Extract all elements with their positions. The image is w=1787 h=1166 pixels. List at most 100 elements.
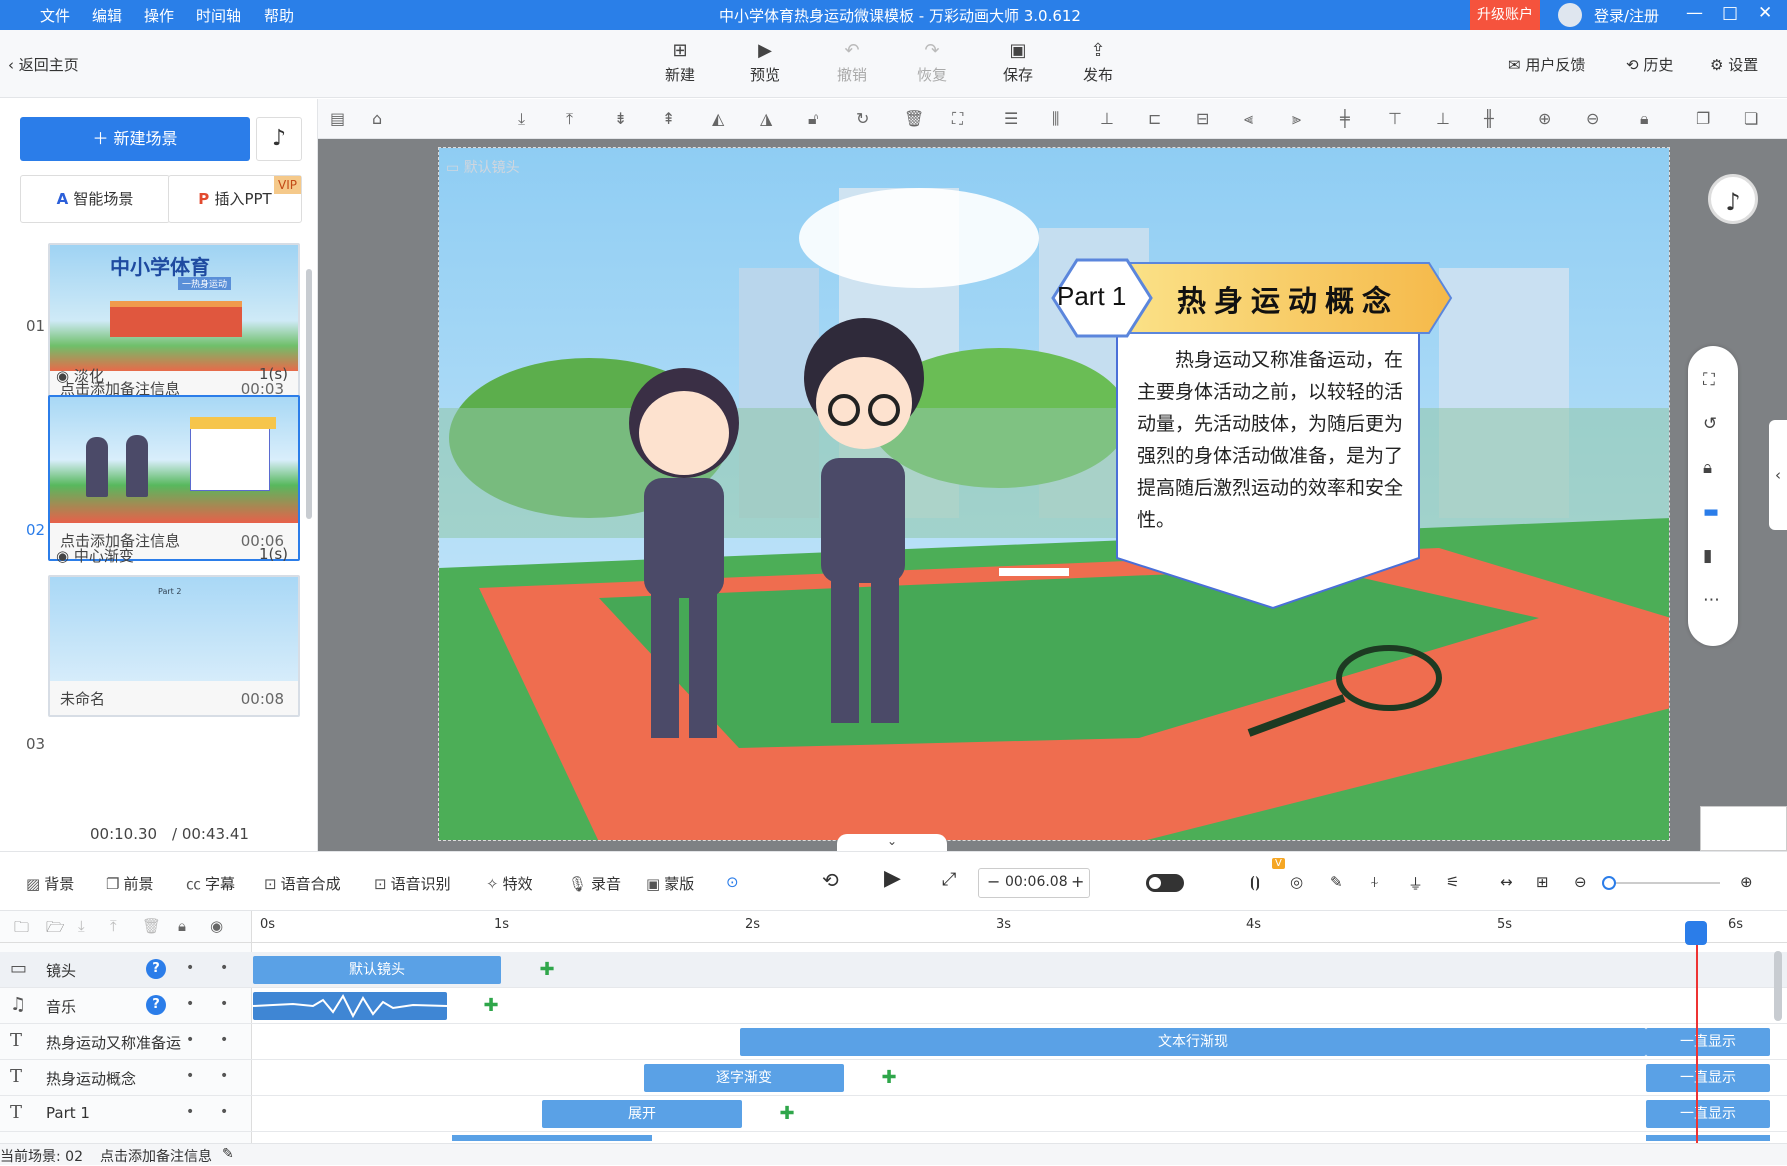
track-row-text-body[interactable]: T 热身运动又称准备运 • • 文本行渐现 一直显示 (0, 1024, 1787, 1060)
stage-heading[interactable]: 热身运动概念 (1177, 278, 1399, 320)
replay-icon[interactable]: ⟲ (822, 868, 839, 892)
fullscreen-icon[interactable]: ⤢ (942, 869, 956, 890)
transition-item[interactable]: ◉ 中心渐变 1(s) (56, 545, 288, 566)
login-link[interactable]: 登录/注册 (1594, 5, 1659, 26)
effects-button[interactable]: ✧ 特效 (486, 873, 533, 894)
align-right-icon[interactable]: ⫸ (1292, 109, 1301, 129)
lock-dot[interactable]: • (186, 1104, 194, 1120)
align-center-h-icon[interactable]: ☰ (1004, 109, 1018, 128)
menu-operate[interactable]: 操作 (144, 5, 174, 26)
paste-icon[interactable]: ❏ (1744, 109, 1758, 128)
more-icon[interactable]: ⋯ (1703, 590, 1720, 610)
track-row-heading[interactable]: T 热身运动概念 • • 逐字渐变 ✚ 一直显示 (0, 1060, 1787, 1096)
lock-icon[interactable]: 🔓︎ (808, 109, 818, 129)
save-button[interactable]: ▣ 保存 (988, 40, 1048, 85)
add-keyframe-icon[interactable]: ✚ (482, 997, 500, 1015)
subtitle-button[interactable]: ㏄字幕 (186, 873, 235, 894)
new-button[interactable]: ⊞ 新建 (650, 40, 710, 85)
snap-toggle[interactable] (1146, 874, 1184, 892)
add-keyframe-icon[interactable]: ✚ (880, 1069, 898, 1087)
smart-scene-button[interactable]: A 智能场景 (20, 175, 170, 223)
foreground-button[interactable]: ❐ 前景 (106, 873, 153, 894)
back-home-link[interactable]: ‹ 返回主页 (8, 54, 79, 75)
align-vcenter-icon[interactable]: ╫ (1484, 109, 1494, 128)
upgrade-button[interactable]: 升级账户 (1470, 0, 1540, 30)
scene-music-button[interactable]: ♪ (256, 117, 302, 161)
minimap[interactable] (1700, 806, 1787, 851)
flip-horizontal-icon[interactable]: ◭ (712, 109, 724, 128)
timeline-scrollbar[interactable] (1774, 951, 1782, 1021)
track-row-camera[interactable]: ▭ 镜头 ? • • 默认镜头 ✚ (0, 952, 1787, 988)
unlock-icon[interactable]: 🔒︎ (1640, 109, 1649, 129)
lock-icon[interactable]: 🔒︎ (178, 917, 186, 935)
zoom-in-icon[interactable]: ⊕ (1538, 109, 1551, 128)
time-input[interactable]: − 00:06.08 + (978, 868, 1090, 898)
filter-icon[interactable]: ⏚ (1408, 873, 1423, 894)
zoom-slider[interactable] (1608, 882, 1720, 884)
align-left-edge-icon[interactable]: ⊏ (1148, 109, 1161, 128)
redo-button[interactable]: ↷ 恢复 (902, 40, 962, 85)
zoom-in-icon[interactable]: ⊕ (1740, 873, 1753, 891)
copy-icon[interactable]: ❐ (1696, 109, 1710, 128)
move-up-icon[interactable]: ⇞ (662, 109, 675, 128)
insert-ppt-button[interactable]: P 插入PPT VIP (168, 175, 302, 223)
distribute-icon[interactable]: ⫼ (1052, 109, 1059, 129)
publish-button[interactable]: ⇪ 发布 (1068, 40, 1128, 85)
record-button[interactable]: 🎙︎ 录音 (568, 873, 621, 894)
edit-note-icon[interactable]: ✎ (222, 1146, 234, 1162)
preview-button[interactable]: ▶ 预览 (735, 40, 795, 85)
help-icon[interactable]: ? (146, 959, 166, 979)
new-scene-button[interactable]: ＋ 新建场景 (20, 117, 250, 161)
menu-edit[interactable]: 编辑 (92, 5, 122, 26)
monitor-icon[interactable]: ▬ (1703, 502, 1719, 522)
visibility-dot[interactable]: • (220, 1032, 228, 1048)
edit-icon[interactable]: ✎ (1330, 873, 1343, 891)
minimize-icon[interactable]: — (1686, 3, 1703, 23)
add-keyframe-icon[interactable]: ✚ (778, 1105, 796, 1123)
scene-thumb-02[interactable]: 点击添加备注信息 00:06 (48, 395, 300, 561)
move-down-icon[interactable]: ⤓ (78, 917, 85, 935)
visibility-dot[interactable]: • (220, 1068, 228, 1084)
add-keyframe-icon[interactable]: ✚ (538, 961, 556, 979)
zoom-out-icon[interactable]: ⊖ (1574, 873, 1587, 891)
move-top-icon[interactable]: ⤒ (566, 109, 573, 129)
delete-icon[interactable]: 🗑︎ (904, 109, 924, 128)
add-folder-icon[interactable]: 🗀︎ (14, 917, 29, 942)
mobile-icon[interactable]: ▮ (1703, 546, 1712, 566)
lock-dot[interactable]: • (186, 1068, 194, 1084)
part-label[interactable]: Part 1 (1057, 281, 1126, 312)
align-left-icon[interactable]: ⫷ (1244, 109, 1253, 129)
rotate-icon[interactable]: ↻ (856, 109, 869, 128)
menu-help[interactable]: 帮助 (264, 5, 294, 26)
settings-button[interactable]: ⚙ 设置 (1710, 54, 1758, 75)
move-bottom-icon[interactable]: ⤓ (518, 109, 525, 129)
scene-thumb-03[interactable]: Part 2 未命名 00:08 (48, 575, 300, 717)
collapse-timeline-tab[interactable]: ⌄ (837, 834, 947, 852)
distribute-v-icon[interactable]: ⊟ (1196, 109, 1209, 128)
fit-width-icon[interactable]: ↔ (1500, 873, 1513, 891)
lock-dot[interactable]: • (186, 960, 194, 976)
camera-shot-icon[interactable]: ◎ (1290, 873, 1303, 891)
rotate-icon[interactable]: ↺ (1703, 414, 1717, 434)
bracket-icon[interactable]: ⦗⦘ (1250, 873, 1260, 891)
lock-dot[interactable]: • (186, 1032, 194, 1048)
collapse-right-panel[interactable]: ‹ (1769, 420, 1787, 530)
history-button[interactable]: ⟲ 历史 (1626, 54, 1673, 75)
eye-icon[interactable]: ◉ (210, 917, 223, 935)
help-icon[interactable]: ? (146, 995, 166, 1015)
menu-file[interactable]: 文件 (40, 5, 70, 26)
align-middle-icon[interactable]: ╪ (1340, 109, 1350, 128)
playhead[interactable] (1696, 921, 1698, 1151)
scene-scrollbar[interactable] (306, 269, 312, 519)
fit-icon[interactable]: ⛶ (952, 109, 963, 129)
zoom-slider-handle[interactable] (1602, 876, 1616, 890)
stage-body-text[interactable]: 热身运动又称准备运动，在主要身体活动之前，以较轻的活动量，先活动肢体，为随后更为… (1137, 344, 1403, 536)
track-row-music[interactable]: ♫ 音乐 ? • • ✚ (0, 988, 1787, 1024)
timeline-clip-partial[interactable] (452, 1135, 652, 1141)
lock-icon[interactable]: 🔒︎ (1703, 458, 1712, 478)
move-down-icon[interactable]: ⇟ (614, 109, 627, 128)
playhead-handle[interactable] (1685, 921, 1707, 945)
avatar[interactable] (1558, 3, 1582, 27)
transition-item[interactable]: ◉ 淡化 1(s) (56, 365, 288, 386)
mask-button[interactable]: ▣ 蒙版 (646, 873, 694, 894)
